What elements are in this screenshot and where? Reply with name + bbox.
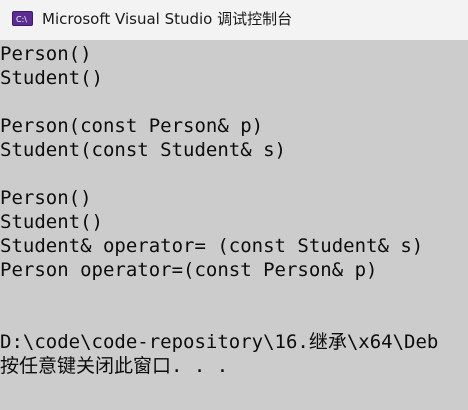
- console-line: Student(const Student& s): [0, 139, 286, 161]
- console-line: Student(): [0, 211, 103, 233]
- title-bar[interactable]: C:\ Microsoft Visual Studio 调试控制台: [0, 0, 468, 40]
- window-title: Microsoft Visual Studio 调试控制台: [42, 10, 293, 28]
- console-line-prompt: 按任意键关闭此窗口. . .: [0, 355, 229, 377]
- console-line: Person(): [0, 187, 92, 209]
- console-line: Student(): [0, 67, 103, 89]
- console-window: C:\ Microsoft Visual Studio 调试控制台 Person…: [0, 0, 468, 410]
- console-line: Person(): [0, 43, 92, 65]
- console-app-icon: C:\: [12, 11, 33, 26]
- console-line: Person(const Person& p): [0, 115, 264, 137]
- console-line: Student& operator= (const Student& s): [0, 235, 424, 257]
- console-output[interactable]: Person() Student() Person(const Person& …: [0, 42, 468, 410]
- svg-text:C:\: C:\: [16, 15, 27, 24]
- console-line-path: D:\code\code-repository\16.继承\x64\Deb: [0, 331, 439, 353]
- console-line: Person operator=(const Person& p): [0, 259, 378, 281]
